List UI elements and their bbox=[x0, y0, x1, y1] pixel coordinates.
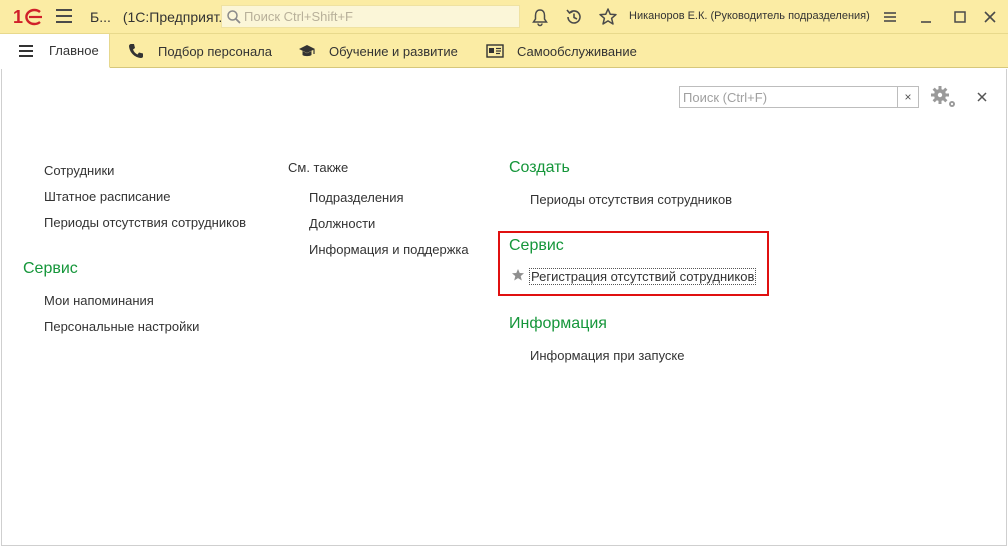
maximize-icon[interactable] bbox=[950, 7, 970, 27]
window-title-short: Б... bbox=[90, 9, 111, 25]
phone-icon bbox=[129, 44, 143, 58]
link-employees[interactable]: Сотрудники bbox=[44, 163, 114, 178]
panel-search-input[interactable] bbox=[679, 86, 897, 108]
link-positions[interactable]: Должности bbox=[309, 216, 375, 231]
global-search-input[interactable] bbox=[244, 8, 514, 25]
history-icon[interactable] bbox=[564, 7, 584, 27]
link-create-absence-periods[interactable]: Периоды отсутствия сотрудников bbox=[530, 192, 732, 207]
link-absence-periods[interactable]: Периоды отсутствия сотрудников bbox=[44, 215, 246, 230]
highlight-frame bbox=[498, 231, 769, 296]
section-panel: Главное Подбор персонала Обучение и разв… bbox=[0, 34, 1008, 68]
link-personal-settings[interactable]: Персональные настройки bbox=[44, 319, 199, 334]
group-title-create: Создать bbox=[509, 159, 570, 176]
id-card-icon bbox=[486, 44, 504, 58]
panel-search[interactable]: × bbox=[679, 86, 919, 108]
group-title-service: Сервис bbox=[23, 260, 78, 277]
svg-text:1: 1 bbox=[13, 7, 23, 27]
main-menu-icon[interactable] bbox=[56, 9, 72, 23]
settings-menu-icon[interactable] bbox=[880, 7, 900, 27]
window-title: Б... (1С:Предприят... bbox=[90, 9, 230, 25]
link-startup-info[interactable]: Информация при запуске bbox=[530, 348, 685, 363]
section-main-label: Главное bbox=[49, 43, 99, 58]
hamburger-icon bbox=[19, 44, 33, 57]
bell-icon[interactable] bbox=[530, 7, 550, 27]
window-title-app: (1С:Предприят... bbox=[122, 9, 231, 25]
section-main[interactable]: Главное bbox=[0, 34, 110, 68]
see-also-heading: См. также bbox=[288, 160, 349, 175]
group-title-info: Информация bbox=[509, 315, 607, 332]
link-staff-schedule[interactable]: Штатное расписание bbox=[44, 189, 171, 204]
link-info-support[interactable]: Информация и поддержка bbox=[309, 242, 469, 257]
section-training-label: Обучение и развитие bbox=[329, 43, 458, 59]
title-bar: 1 Б... (1С:Предприят... Никаноров Е.К. (Р… bbox=[0, 0, 1008, 34]
minimize-icon[interactable] bbox=[916, 7, 936, 27]
favorites-star-icon[interactable] bbox=[598, 7, 618, 27]
clear-search-button[interactable]: × bbox=[897, 86, 919, 108]
section-recruitment-label: Подбор персонала bbox=[158, 43, 272, 59]
gear-icon[interactable] bbox=[929, 84, 959, 110]
close-icon[interactable] bbox=[973, 88, 991, 106]
section-self-service[interactable]: Самообслуживание bbox=[486, 34, 637, 68]
search-icon bbox=[227, 10, 241, 24]
section-self-service-label: Самообслуживание bbox=[517, 43, 637, 59]
link-departments[interactable]: Подразделения bbox=[309, 190, 404, 205]
graduation-cap-icon bbox=[299, 45, 315, 57]
global-search[interactable] bbox=[221, 5, 520, 28]
section-recruitment[interactable]: Подбор персонала bbox=[127, 34, 272, 68]
current-user[interactable]: Никаноров Е.К. (Руководитель подразделен… bbox=[629, 10, 870, 22]
close-window-icon[interactable] bbox=[980, 7, 1000, 27]
1c-logo-icon[interactable]: 1 bbox=[13, 7, 45, 27]
link-my-reminders[interactable]: Мои напоминания bbox=[44, 293, 154, 308]
section-training[interactable]: Обучение и развитие bbox=[298, 34, 458, 68]
